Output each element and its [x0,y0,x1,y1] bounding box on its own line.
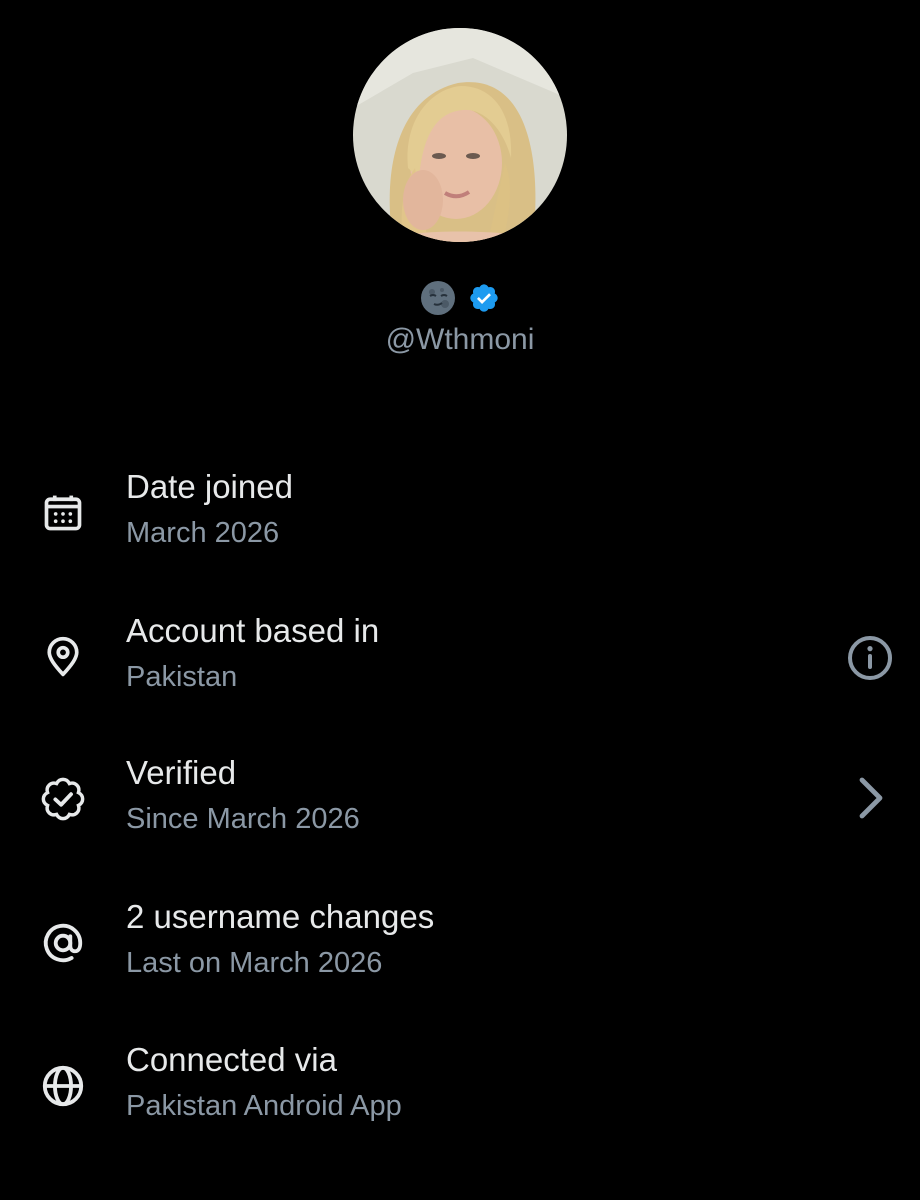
about-item-subtitle: March 2026 [126,517,280,549]
about-item-title: Date joined [126,468,293,505]
globe-icon [36,1059,90,1113]
profile-avatar[interactable] [353,28,567,242]
at-sign-icon [36,916,90,970]
new-moon-face-emoji [421,281,455,315]
about-item-title: Connected via [126,1041,337,1078]
about-item-subtitle: Since March 2026 [126,803,360,835]
username-handle: @Wthmoni [385,323,535,356]
location-pin-icon [36,630,90,684]
about-item-title: Verified [126,754,237,791]
about-item-title: Account based in [126,612,380,649]
about-item-subtitle: Pakistan Android App [126,1090,402,1122]
about-item-connected-via: Connected via Pakistan Android App [0,1039,920,1139]
about-item-date-joined: Date joined March 2026 [0,466,920,566]
chevron-right-icon[interactable] [844,772,896,824]
about-item-subtitle: Last on March 2026 [126,947,383,979]
about-item-subtitle: Pakistan [126,661,238,693]
calendar-icon [36,486,90,540]
display-name-row [0,280,920,316]
avatar-photo [353,28,567,242]
about-item-account-based-in: Account based in Pakistan [0,610,920,710]
about-item-username-changes: 2 username changes Last on March 2026 [0,896,920,996]
about-item-title: 2 username changes [126,898,435,935]
verified-seal-icon [36,772,90,826]
about-item-verified[interactable]: Verified Since March 2026 [0,752,920,852]
info-icon[interactable] [844,632,896,684]
verified-badge-icon[interactable] [468,282,500,314]
